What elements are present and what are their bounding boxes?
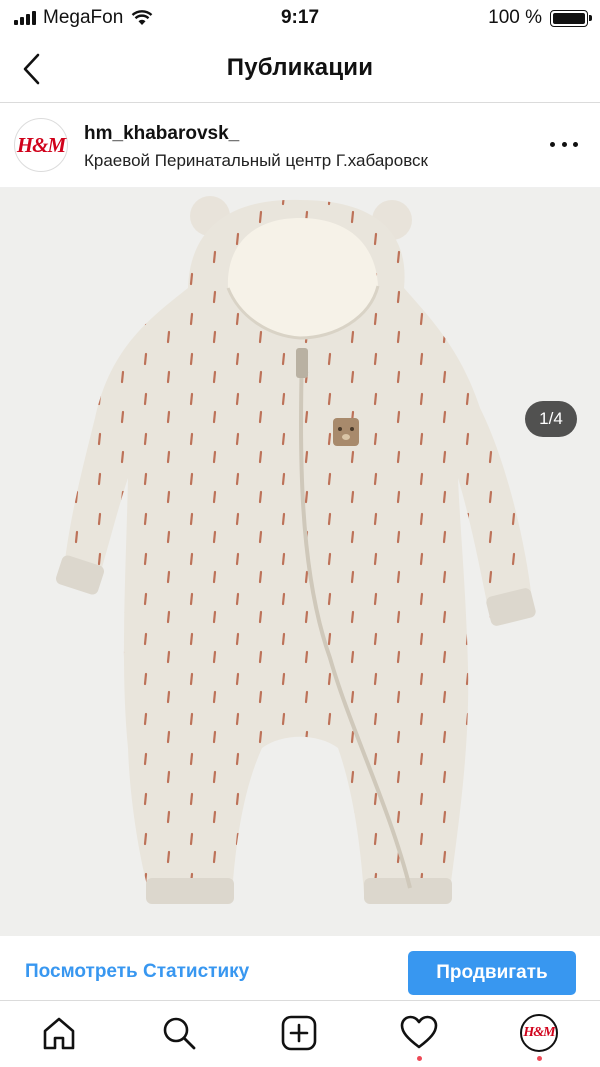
username[interactable]: hm_khabarovsk_ xyxy=(84,123,239,145)
image-counter-badge: 1/4 xyxy=(525,401,577,437)
more-options-button[interactable] xyxy=(550,135,578,153)
location-link[interactable]: Краевой Перинатальный центр Г.хабаровск xyxy=(84,151,428,171)
page-title: Публикации xyxy=(226,54,374,81)
tab-search[interactable] xyxy=(159,1013,199,1053)
profile-notification-dot xyxy=(537,1056,542,1061)
view-insights-link[interactable]: Посмотреть Статистику xyxy=(25,961,249,983)
heart-icon xyxy=(400,1015,438,1049)
more-horizontal-icon xyxy=(550,141,555,147)
status-right: 100 % xyxy=(488,7,592,29)
promote-button[interactable]: Продвигать xyxy=(408,951,576,995)
search-icon xyxy=(163,1017,196,1050)
add-post-icon xyxy=(281,1015,317,1051)
avatar[interactable]: H&M xyxy=(14,118,68,172)
tab-profile[interactable]: H&M xyxy=(519,1013,559,1053)
tab-new-post[interactable] xyxy=(279,1013,319,1053)
home-icon xyxy=(43,1017,75,1050)
bottom-tab-bar: H&M xyxy=(0,1000,600,1067)
brand-logo: H&M xyxy=(16,132,66,157)
battery-icon xyxy=(550,9,592,27)
navigation-header: Публикации xyxy=(0,36,600,103)
profile-brand-logo: H&M xyxy=(523,1025,555,1040)
baby-onesie-illustration xyxy=(56,196,536,904)
profile-avatar-icon: H&M xyxy=(520,1014,558,1052)
activity-notification-dot xyxy=(417,1056,422,1061)
battery-percent: 100 % xyxy=(488,7,542,28)
battery-fill xyxy=(553,12,585,24)
post-image[interactable]: 1/4 xyxy=(0,188,600,936)
status-bar: MegaFon 9:17 100 % xyxy=(0,0,600,36)
tab-activity[interactable] xyxy=(399,1013,439,1053)
post-header: H&M hm_khabarovsk_ Краевой Перинатальный… xyxy=(0,103,600,188)
tab-home[interactable] xyxy=(39,1013,79,1053)
post-actions: Посмотреть Статистику Продвигать xyxy=(0,937,600,999)
